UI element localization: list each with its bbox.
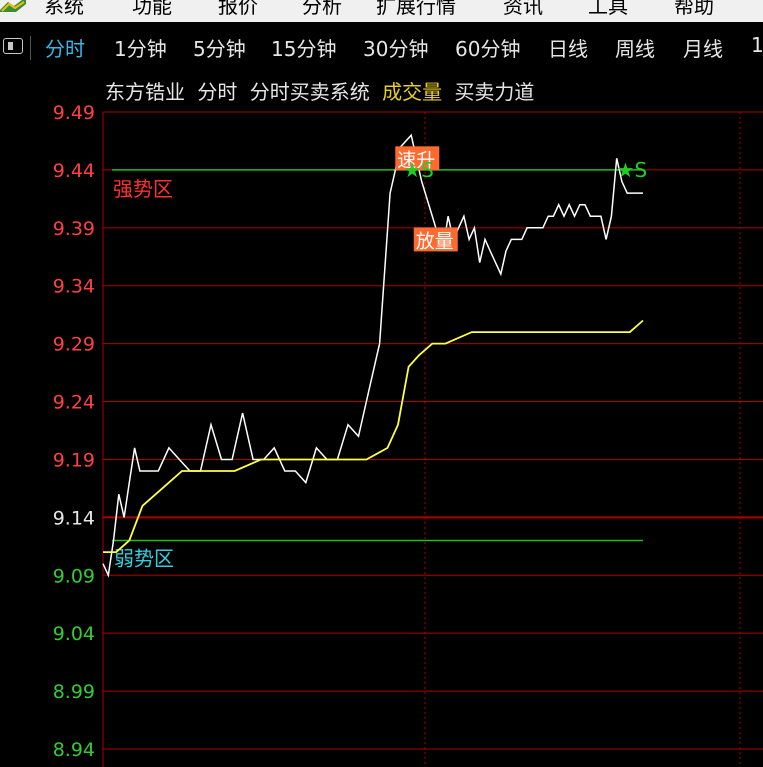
y-tick-label: 9.39 <box>53 218 95 240</box>
zone-label: 强势区 <box>113 177 173 201</box>
chart-series <box>102 133 644 578</box>
signal-badge-label: 放量 <box>416 230 454 252</box>
y-tick-label: 9.19 <box>53 449 95 471</box>
y-tick-label: 9.34 <box>53 276 95 298</box>
y-tick-label: 9.24 <box>53 392 95 414</box>
intraday-chart[interactable]: 9.49 9.44 9.39 9.34 9.29 9.24 9.19 9.14 9.09 9.04… <box>0 0 763 767</box>
y-tick-label: 9.49 <box>53 102 95 124</box>
y-tick-label: 9.14 <box>53 507 95 529</box>
sell-signal-marker: ★S <box>617 158 648 182</box>
y-tick-label: 9.44 <box>53 160 95 182</box>
zone-label: 弱势区 <box>114 547 174 571</box>
y-axis-labels: 9.49 9.44 9.39 9.34 9.29 9.24 9.19 9.14 9.09 9.04… <box>53 102 95 761</box>
y-tick-label: 8.99 <box>53 681 95 703</box>
sell-signal-marker: ★S <box>403 158 434 182</box>
signal-badge: 放量 <box>413 227 458 252</box>
price-grid <box>102 111 763 767</box>
y-tick-label: 9.29 <box>53 334 95 356</box>
zone-lines: 强势区弱势区 <box>112 169 643 571</box>
y-tick-label: 9.04 <box>53 623 95 645</box>
y-tick-label: 9.09 <box>53 565 95 587</box>
price-line <box>102 133 643 578</box>
chart-markers: 速升放量★S ★S <box>395 146 647 252</box>
y-tick-label: 8.94 <box>53 739 95 761</box>
